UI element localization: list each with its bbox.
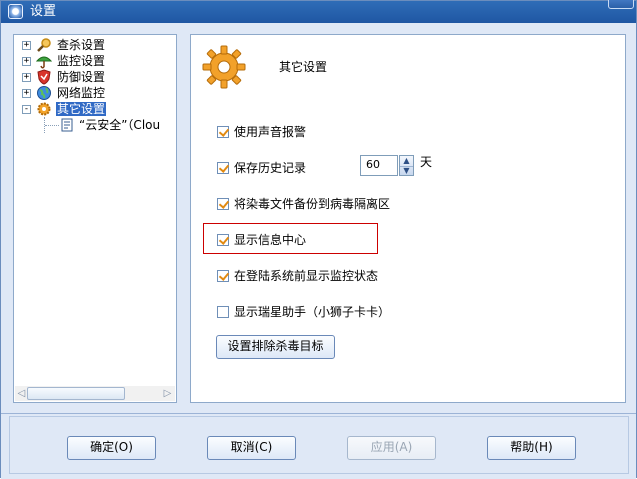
tree-item-other-settings[interactable]: - 其它设置 [14, 101, 174, 117]
set-exclusion-button[interactable]: 设置排除杀毒目标 [216, 335, 335, 359]
history-days-unit: 天 [420, 155, 433, 169]
gear-icon [37, 102, 51, 116]
tree-item-defense-settings[interactable]: + 防御设置 [14, 69, 174, 85]
tree-item-monitor-settings[interactable]: + 监控设置 [14, 53, 174, 69]
gear-icon [202, 45, 246, 89]
monitor-status-checkbox[interactable] [217, 270, 229, 282]
scroll-left-icon[interactable]: ◁ [16, 388, 27, 399]
sound-alarm-checkbox[interactable] [217, 126, 229, 138]
settings-tree: + 查杀设置 + 监控设置 + 防御设置 + 网络监控 - 其它设置 “云安全”… [13, 34, 177, 403]
tree-item-network-monitor[interactable]: + 网络监控 [14, 85, 174, 101]
tree-item-label: 监控设置 [57, 54, 106, 68]
settings-panel: 其它设置 使用声音报警 保存历史记录 60 ▲ ▼ 天 将染毒文件备份到病毒隔离… [190, 34, 626, 403]
settings-window: 设置 + 查杀设置 + 监控设置 + 防御设置 + 网络监控 - 其它设置 “云… [0, 0, 637, 479]
umbrella-icon [36, 56, 52, 69]
tree-item-label: “云安全”（Clou [79, 118, 161, 132]
option-label: 使用声音报警 [234, 125, 307, 139]
collapse-icon[interactable]: - [22, 105, 31, 114]
show-assistant-checkbox[interactable] [217, 306, 229, 318]
backup-infected-checkbox[interactable] [217, 198, 229, 210]
option-label: 将染毒文件备份到病毒隔离区 [234, 197, 391, 211]
stepper-buttons[interactable]: ▲ ▼ [399, 155, 414, 176]
document-icon [61, 118, 73, 132]
close-button[interactable] [608, 0, 634, 9]
expand-icon[interactable]: + [22, 41, 31, 50]
magnifier-icon [37, 38, 51, 52]
scroll-right-icon[interactable]: ▷ [162, 388, 173, 399]
expand-icon[interactable]: + [22, 73, 31, 82]
horizontal-scrollbar[interactable]: ◁ ▷ [15, 386, 175, 401]
show-info-center-checkbox[interactable] [217, 234, 229, 246]
cancel-button[interactable]: 取消(C) [207, 436, 296, 460]
shield-icon [37, 69, 51, 85]
decrement-icon[interactable]: ▼ [400, 166, 413, 176]
save-history-checkbox[interactable] [217, 162, 229, 174]
button-bar: 确定(O) 取消(C) 应用(A) 帮助(H) [1, 413, 636, 479]
option-label: 在登陆系统前显示监控状态 [234, 269, 379, 283]
expand-icon[interactable]: + [22, 89, 31, 98]
tree-item-label: 查杀设置 [57, 38, 106, 52]
tree-item-scan-settings[interactable]: + 查杀设置 [14, 37, 174, 53]
history-days-stepper[interactable]: 60 ▲ ▼ [360, 155, 414, 176]
globe-icon [37, 86, 51, 100]
tree-item-label: 其它设置 [56, 102, 107, 116]
option-label: 显示信息中心 [234, 233, 307, 247]
tree-item-label: 网络监控 [57, 86, 106, 100]
option-label: 保存历史记录 [234, 161, 307, 175]
section-title: 其它设置 [279, 60, 328, 74]
help-button[interactable]: 帮助(H) [487, 436, 576, 460]
scroll-thumb[interactable] [27, 387, 125, 400]
expand-icon[interactable]: + [22, 57, 31, 66]
tree-item-label: 防御设置 [57, 70, 106, 84]
history-days-input[interactable]: 60 [360, 155, 398, 176]
title-bar[interactable]: 设置 [1, 0, 636, 23]
window-title: 设置 [30, 4, 57, 19]
tree-item-cloud-security[interactable]: “云安全”（Clou [59, 117, 176, 133]
apply-button[interactable]: 应用(A) [347, 436, 436, 460]
app-icon [8, 4, 23, 19]
option-label: 显示瑞星助手（小狮子卡卡） [234, 305, 391, 319]
ok-button[interactable]: 确定(O) [67, 436, 156, 460]
tree-connector-line [45, 125, 59, 126]
